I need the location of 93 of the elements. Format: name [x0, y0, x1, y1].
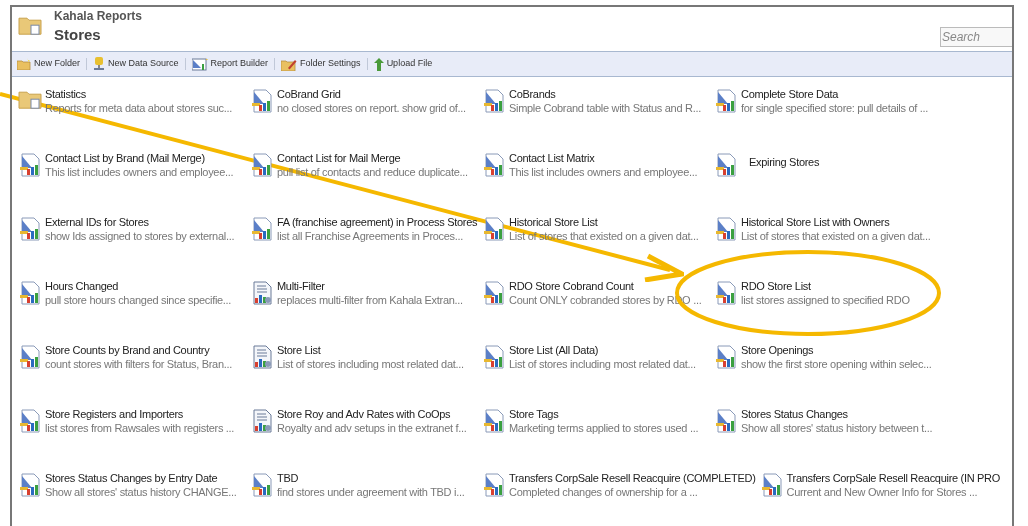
- toolbar-button[interactable]: Upload File: [373, 57, 433, 71]
- report-title-link[interactable]: Stores Status Changes by Entry Date: [45, 471, 237, 485]
- folder-icon: [18, 15, 42, 36]
- report-title-link[interactable]: Multi-Filter: [277, 279, 463, 293]
- toolbar-button[interactable]: New Data Source: [93, 57, 179, 71]
- report-chart-icon: [250, 217, 274, 241]
- toolbar-button[interactable]: Report Builder: [191, 57, 269, 71]
- report-description: Show all stores' status history CHANGE...: [45, 485, 237, 499]
- toolbar-button[interactable]: Folder Settings: [281, 57, 361, 71]
- report-chart-icon: [250, 153, 274, 177]
- report-title-link[interactable]: RDO Store Cobrand Count: [509, 279, 702, 293]
- report-title-link[interactable]: External IDs for Stores: [45, 215, 235, 229]
- toolbar-button[interactable]: New Folder: [17, 57, 80, 71]
- search-field[interactable]: Search: [940, 27, 1012, 47]
- report-title-link[interactable]: Store Tags: [509, 407, 699, 421]
- report-description: List of stores including most related dat...: [509, 357, 696, 371]
- data-source-icon: [93, 57, 105, 71]
- report-title-link[interactable]: Transfers CorpSale Resell Reacquire (COMPLETED): [509, 471, 756, 485]
- report-title-link[interactable]: CoBrands: [509, 87, 701, 101]
- report-description: find stores under agreement with TBD i...: [277, 485, 465, 499]
- report-title-link[interactable]: Transfers CorpSale Resell Reacquire (IN PRO: [786, 471, 1001, 485]
- report-chart-icon: [18, 217, 42, 241]
- report-chart-icon: [18, 473, 42, 497]
- report-title-link[interactable]: Statistics: [45, 87, 233, 101]
- report-title-link[interactable]: Store Roy and Adv Rates with CoOps: [277, 407, 467, 421]
- report-title-link[interactable]: Contact List by Brand (Mail Merge): [45, 151, 234, 165]
- report-chart-icon: [482, 89, 506, 113]
- folder-icon: [18, 89, 42, 110]
- document-chart-icon: [250, 345, 274, 369]
- report-chart-icon: [482, 409, 506, 433]
- report-chart-icon: [482, 473, 506, 497]
- report-title-link[interactable]: Contact List Matrix: [509, 151, 698, 165]
- report-description: Current and New Owner Info for Stores ...: [786, 485, 979, 499]
- report-chart-icon: [482, 345, 506, 369]
- report-chart-icon: [714, 281, 738, 305]
- report-description: Completed changes of ownership for a ...: [509, 485, 699, 499]
- report-title-link[interactable]: Store List (All Data): [509, 343, 696, 357]
- report-description: pull store hours changed since specifie...: [45, 293, 232, 307]
- report-title-link[interactable]: FA (franchise agreement) in Process Stores: [277, 215, 478, 229]
- report-title-link[interactable]: Store Counts by Brand and Country: [45, 343, 233, 357]
- report-title-link[interactable]: Complete Store Data: [741, 87, 929, 101]
- report-description: list all Franchise Agreements in Proces...: [277, 229, 465, 243]
- report-description: count stores with filters for Status, Bran...: [45, 357, 233, 371]
- report-chart-icon: [18, 409, 42, 433]
- report-description: Show all stores' status history between t...: [741, 421, 933, 435]
- document-chart-icon: [250, 409, 274, 433]
- report-description: This list includes owners and employee...: [45, 165, 234, 179]
- report-description: for single specified store: pull details of ...: [741, 101, 929, 115]
- report-description: list stores from Rawsales with registers ...: [45, 421, 235, 435]
- report-title-link[interactable]: Store Registers and Importers: [45, 407, 235, 421]
- report-builder-icon: [191, 57, 208, 71]
- report-chart-icon: [714, 89, 738, 113]
- upload-arrow-icon: [373, 57, 384, 71]
- report-description: list stores assigned to specified RDO: [741, 293, 910, 307]
- report-chart-icon: [250, 89, 274, 113]
- report-title-link[interactable]: Expiring Stores: [749, 155, 820, 169]
- report-chart-icon: [18, 281, 42, 305]
- report-title-link[interactable]: CoBrand Grid: [277, 87, 466, 101]
- folder-settings-icon: [281, 57, 298, 71]
- report-title-link[interactable]: Contact List for Mail Merge: [277, 151, 468, 165]
- report-chart-icon: [482, 153, 506, 177]
- report-description: replaces multi-filter from Kahala Extran...: [277, 293, 463, 307]
- report-chart-icon: [714, 153, 738, 177]
- report-chart-icon: [18, 153, 42, 177]
- report-description: no closed stores on report. show grid of...: [277, 101, 466, 115]
- report-description: Marketing terms applied to stores used ...: [509, 421, 699, 435]
- report-title-link[interactable]: Store List: [277, 343, 464, 357]
- report-chart-icon: [714, 217, 738, 241]
- report-chart-icon: [759, 473, 784, 497]
- report-description: show the first store opening within selec...: [741, 357, 932, 371]
- report-title-link[interactable]: TBD: [277, 471, 465, 485]
- report-chart-icon: [482, 217, 506, 241]
- report-description: This list includes owners and employee...: [509, 165, 698, 179]
- page-title: Stores: [54, 26, 102, 45]
- report-chart-icon: [18, 345, 42, 369]
- report-title-link[interactable]: Historical Store List: [509, 215, 699, 229]
- report-description: Simple Cobrand table with Status and R...: [509, 101, 701, 115]
- report-description: show Ids assigned to stores by external...: [45, 229, 235, 243]
- report-description: List of stores including most related dat...: [277, 357, 464, 371]
- report-chart-icon: [714, 409, 738, 433]
- report-description: Royalty and adv setups in the extranet f...: [277, 421, 467, 435]
- report-description: List of stores that existed on a given dat...: [741, 229, 931, 243]
- new-folder-icon: [17, 58, 31, 70]
- report-title-link[interactable]: Hours Changed: [45, 279, 232, 293]
- report-title-link[interactable]: Historical Store List with Owners: [741, 215, 931, 229]
- report-title-link[interactable]: RDO Store List: [741, 279, 910, 293]
- parent-folder-link[interactable]: Kahala Reports: [54, 9, 143, 24]
- report-chart-icon: [250, 473, 274, 497]
- report-chart-icon: [714, 345, 738, 369]
- report-chart-icon: [482, 281, 506, 305]
- report-title-link[interactable]: Stores Status Changes: [741, 407, 933, 421]
- report-title-link[interactable]: Store Openings: [741, 343, 932, 357]
- document-chart-icon: [250, 281, 274, 305]
